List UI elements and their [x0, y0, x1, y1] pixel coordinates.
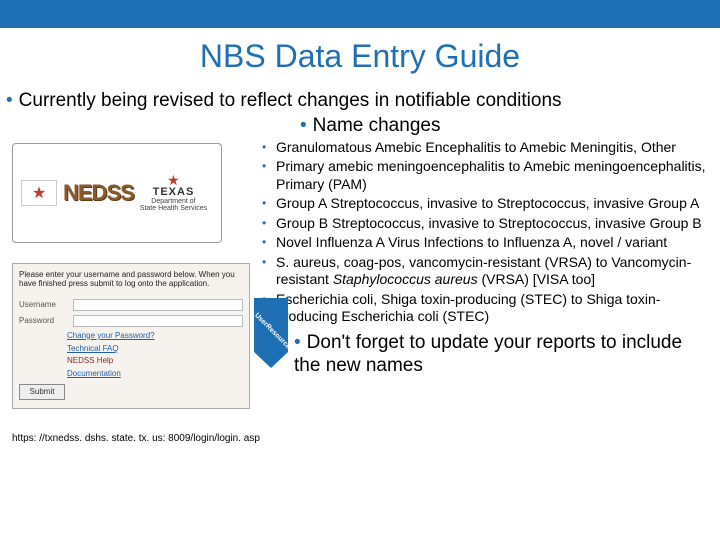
level2-text: Name changes	[313, 115, 441, 136]
nedss-wordmark: NEDSS	[63, 180, 134, 206]
list-item: Primary amebic meningoencephalitis to Am…	[260, 158, 710, 193]
bullet-level1: •Currently being revised to reflect chan…	[6, 89, 714, 113]
username-field[interactable]	[73, 299, 243, 311]
list-item: Group B Streptococcus, invasive to Strep…	[260, 215, 710, 233]
closing-bullet: •Don't forget to update your reports to …	[288, 332, 710, 378]
password-label: Password	[19, 316, 67, 325]
help-link[interactable]: NEDSS Help	[67, 356, 243, 365]
closing-text: Don't forget to update your reports to i…	[294, 332, 682, 376]
submit-button[interactable]: Submit	[19, 384, 65, 400]
list-item: Escherichia coli, Shiga toxin-producing …	[260, 291, 710, 326]
url-text: https: //txnedss. dshs. state. tx. us: 8…	[12, 433, 254, 444]
docs-link[interactable]: Documentation	[67, 369, 243, 378]
list-item: Granulomatous Amebic Encephalitis to Ame…	[260, 139, 710, 157]
name-changes-list: Granulomatous Amebic Encephalitis to Ame…	[260, 139, 710, 326]
change-password-link[interactable]: Change your Password?	[67, 331, 243, 340]
list-item: Group A Streptococcus, invasive to Strep…	[260, 195, 710, 213]
slide-title: NBS Data Entry Guide	[0, 38, 720, 75]
password-field[interactable]	[73, 315, 243, 327]
nedss-logo: ★ NEDSS ★ TEXAS Department of State Heal…	[12, 143, 222, 243]
top-bar	[0, 0, 720, 28]
login-screenshot: Please enter your username and password …	[12, 263, 250, 409]
login-prompt: Please enter your username and password …	[19, 270, 243, 289]
texas-flag-icon: ★	[21, 180, 57, 206]
list-item: Novel Influenza A Virus Infections to In…	[260, 234, 710, 252]
bullet-level2: •Name changes	[0, 115, 720, 137]
username-label: Username	[19, 300, 67, 309]
level1-text: Currently being revised to reflect chang…	[19, 90, 562, 111]
list-item: S. aureus, coag-pos, vancomycin-resistan…	[260, 254, 710, 289]
texas-dshs-block: ★ TEXAS Department of State Health Servi…	[140, 173, 207, 212]
user-resources-pennant: UserResources	[254, 298, 288, 368]
faq-link[interactable]: Technical FAQ	[67, 344, 243, 353]
